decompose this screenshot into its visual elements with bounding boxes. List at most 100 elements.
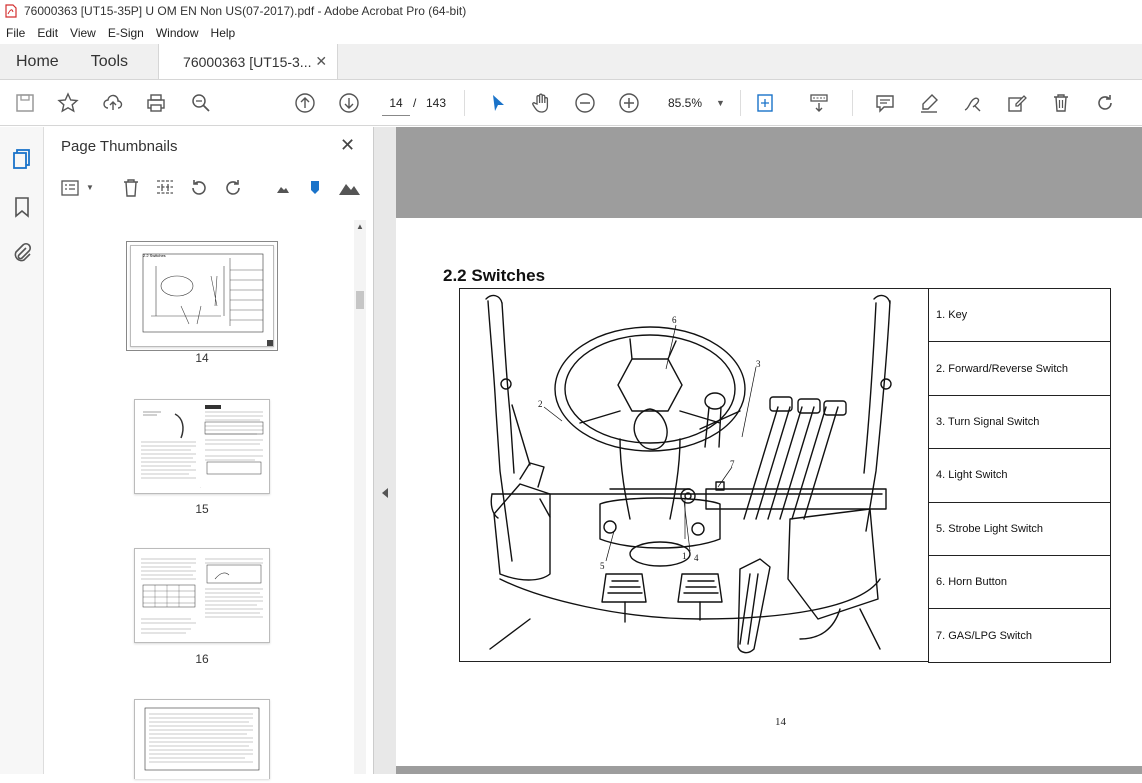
thumbnail-scrollbar-thumb[interactable] xyxy=(356,291,364,309)
menu-view[interactable]: View xyxy=(64,26,102,40)
thumbnail-size-slider-icon[interactable] xyxy=(304,177,326,199)
panel-collapse-handle[interactable] xyxy=(374,127,396,774)
thumbnail-page-17[interactable] xyxy=(134,699,270,779)
bookmark-icon[interactable] xyxy=(10,195,34,219)
callout-7: 7 xyxy=(730,459,735,469)
legend-item: 7. GAS/LPG Switch xyxy=(928,608,1111,663)
thumbnail-options-chevron-icon[interactable]: ▼ xyxy=(86,183,94,192)
previous-page-icon[interactable] xyxy=(292,90,318,116)
callout-6: 6 xyxy=(672,315,677,325)
page-separator: / xyxy=(413,96,417,110)
window-title: 76000363 [UT15-35P] U OM EN Non US(07-20… xyxy=(24,4,467,18)
thumbnail-larger-icon[interactable] xyxy=(338,177,360,199)
menu-esign[interactable]: E-Sign xyxy=(102,26,150,40)
legend-item: 2. Forward/Reverse Switch xyxy=(928,341,1111,396)
callout-2: 2 xyxy=(538,399,543,409)
callout-1: 1 xyxy=(682,551,687,561)
title-bar: 76000363 [UT15-35P] U OM EN Non US(07-20… xyxy=(0,0,1142,22)
tab-bar: Home Tools 76000363 [UT15-3... ✕ xyxy=(0,44,1142,80)
toolbar-divider xyxy=(852,90,853,116)
page-thumbnails-panel: Page Thumbnails ✕ ▼ 2.2 Switches 14 · 15… xyxy=(44,127,374,779)
zoom-level-value: 85.5% xyxy=(668,96,703,110)
pdf-file-icon xyxy=(5,4,17,18)
page-number-input[interactable]: 14 xyxy=(382,90,410,116)
close-panel-icon[interactable]: ✕ xyxy=(340,135,355,156)
close-tab-icon[interactable]: ✕ xyxy=(315,53,327,70)
sign-icon[interactable] xyxy=(960,90,986,116)
callout-4: 4 xyxy=(694,553,699,563)
extract-page-icon[interactable] xyxy=(154,177,176,199)
select-cursor-icon[interactable] xyxy=(485,90,511,116)
hand-tool-icon[interactable] xyxy=(528,90,554,116)
legend-item: 6. Horn Button xyxy=(928,554,1111,610)
callout-3: 3 xyxy=(756,359,761,369)
rotate-counterclockwise-icon[interactable] xyxy=(188,177,210,199)
thumbnail-smaller-icon[interactable] xyxy=(272,177,294,199)
page-thumbnails-icon[interactable] xyxy=(10,147,34,171)
tab-document-label: 76000363 [UT15-3... xyxy=(183,53,312,70)
redo-rotate-icon[interactable] xyxy=(1092,90,1118,116)
page-fit-icon[interactable] xyxy=(752,90,778,116)
page-footer-number: 14 xyxy=(775,716,786,728)
tab-document[interactable]: 76000363 [UT15-3... ✕ xyxy=(158,44,339,79)
collapse-arrow-icon[interactable] xyxy=(382,488,388,498)
zoom-out-icon[interactable] xyxy=(572,90,598,116)
fill-sign-icon[interactable] xyxy=(1004,90,1030,116)
legend-item: 1. Key xyxy=(928,287,1111,343)
thumbnail-label-16: 16 xyxy=(195,652,209,666)
delete-icon[interactable] xyxy=(1048,90,1074,116)
legend-item: 4. Light Switch xyxy=(928,448,1111,503)
thumbnail-options-icon[interactable] xyxy=(60,177,82,199)
legend-row: 2. Forward/Reverse Switch xyxy=(928,341,1111,396)
section-title: 2.2 Switches xyxy=(443,266,546,285)
menu-edit[interactable]: Edit xyxy=(31,26,64,40)
legend-row: 3. Turn Signal Switch xyxy=(928,394,1111,450)
menu-bar: File Edit View E-Sign Window Help xyxy=(0,22,1142,44)
toolbar-divider xyxy=(740,90,741,116)
main-toolbar: 14 / 143 85.5% ▼ ▼ xyxy=(0,80,1142,186)
panel-title: Page Thumbnails xyxy=(61,138,178,155)
menu-file[interactable]: File xyxy=(0,26,31,40)
chevron-down-icon: ▼ xyxy=(716,98,725,108)
attachment-icon[interactable] xyxy=(10,241,34,265)
star-bookmark-icon[interactable] xyxy=(55,90,81,116)
upload-cloud-icon[interactable] xyxy=(100,90,126,116)
thumbnail-label-14: 14 xyxy=(195,351,209,365)
thumbnail-17-preview xyxy=(144,707,260,771)
highlight-pen-icon[interactable] xyxy=(916,90,942,116)
thumbnail-page-14[interactable]: 2.2 Switches xyxy=(126,241,278,351)
svg-text:·: · xyxy=(200,485,201,489)
page-gap xyxy=(396,766,1142,774)
callout-5: 5 xyxy=(600,561,605,571)
thumbnail-toolbar: ▼ xyxy=(44,173,374,203)
zoom-search-icon[interactable] xyxy=(188,90,214,116)
scroll-mode-icon[interactable] xyxy=(806,90,832,116)
thumbnail-15-preview: · xyxy=(141,405,264,489)
thumbnail-label-15: 15 xyxy=(195,502,209,516)
zoom-in-icon[interactable] xyxy=(616,90,642,116)
scroll-up-arrow-icon[interactable]: ▲ xyxy=(356,222,364,231)
print-icon[interactable] xyxy=(143,90,169,116)
save-icon[interactable] xyxy=(12,90,38,116)
tab-home[interactable]: Home xyxy=(0,44,75,79)
legend-item: 5. Strobe Light Switch xyxy=(928,501,1111,556)
delete-page-icon[interactable] xyxy=(120,177,142,199)
forklift-cockpit-drawing xyxy=(485,294,892,654)
switch-legend-table: 1. Key 2. Forward/Reverse Switch 3. Turn… xyxy=(928,287,1111,663)
next-page-icon[interactable] xyxy=(336,90,362,116)
thumbnail-16-preview xyxy=(141,558,263,634)
legend-row: 7. GAS/LPG Switch xyxy=(928,608,1111,663)
rotate-clockwise-icon[interactable] xyxy=(222,177,244,199)
legend-item: 3. Turn Signal Switch xyxy=(928,394,1111,450)
menu-window[interactable]: Window xyxy=(150,26,205,40)
left-navigation-rail xyxy=(0,127,44,774)
tab-tools[interactable]: Tools xyxy=(75,44,144,79)
comment-icon[interactable] xyxy=(872,90,898,116)
menu-help[interactable]: Help xyxy=(205,26,242,40)
thumbnail-page-16[interactable] xyxy=(134,548,270,643)
legend-row: 6. Horn Button xyxy=(928,554,1111,610)
legend-row: 4. Light Switch xyxy=(928,448,1111,503)
legend-row: 1. Key xyxy=(928,287,1111,343)
zoom-level-dropdown[interactable]: 85.5% ▼ xyxy=(660,90,730,116)
thumbnail-page-15[interactable]: · xyxy=(134,399,270,494)
